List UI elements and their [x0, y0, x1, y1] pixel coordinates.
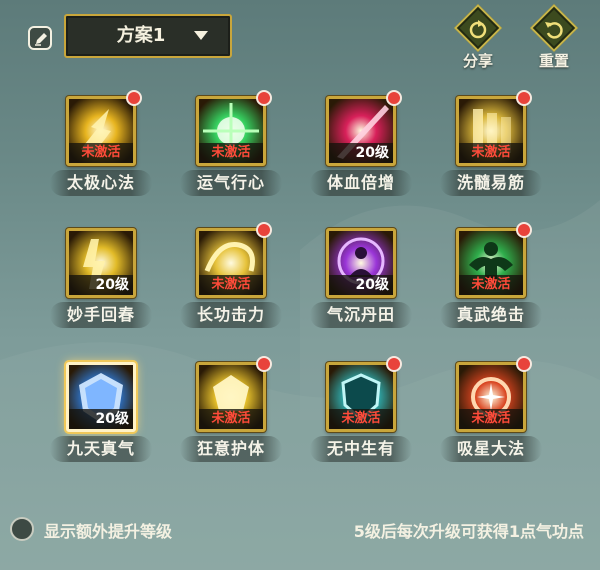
notification-dot	[516, 356, 532, 372]
skill-icon-frame[interactable]: 20级	[326, 228, 396, 298]
skill-icon-frame[interactable]: 20级	[66, 362, 136, 432]
notification-dot	[256, 356, 272, 372]
share-label: 分享	[462, 52, 493, 70]
skill-name: 吸星大法	[456, 439, 525, 458]
skill-status: 20级	[69, 409, 133, 429]
skill-name: 九天真气	[66, 439, 135, 458]
plan-select[interactable]: 方案1	[64, 14, 232, 58]
skill-icon-frame[interactable]: 未激活	[326, 362, 396, 432]
skill-status: 未激活	[459, 143, 523, 163]
notification-dot	[516, 90, 532, 106]
notification-dot	[516, 222, 532, 238]
skill-status: 20级	[69, 275, 133, 295]
skill-slot[interactable]: 未激活 洗髓易筋	[440, 84, 542, 204]
skill-status: 未激活	[199, 143, 263, 163]
edit-button[interactable]	[28, 26, 52, 50]
skill-slot[interactable]: 未激活 无中生有	[310, 350, 412, 470]
skill-name: 洗髓易筋	[456, 173, 525, 192]
skill-icon-frame[interactable]: 未激活	[456, 96, 526, 166]
skill-name: 无中生有	[326, 439, 395, 458]
skill-name: 体血倍增	[326, 173, 395, 192]
skill-name: 气沉丹田	[326, 305, 395, 324]
toggle-label: 显示额外提升等级	[44, 522, 173, 541]
skill-icon-frame[interactable]: 未激活	[196, 96, 266, 166]
skill-slot[interactable]: 未激活 太极心法	[50, 84, 152, 204]
notification-dot	[256, 222, 272, 238]
skill-icon-frame[interactable]: 未激活	[456, 228, 526, 298]
skill-name: 妙手回春	[66, 305, 135, 324]
notification-dot	[386, 356, 402, 372]
skill-icon-frame[interactable]: 未激活	[456, 362, 526, 432]
skill-name: 真武绝击	[456, 305, 525, 324]
share-button[interactable]: 分享	[452, 3, 504, 74]
skill-name: 运气行心	[196, 173, 265, 192]
skill-slot[interactable]: 未激活 运气行心	[180, 84, 282, 204]
skill-status: 20级	[329, 275, 393, 295]
notification-dot	[386, 90, 402, 106]
skill-icon-frame[interactable]: 未激活	[66, 96, 136, 166]
skill-slot[interactable]: 未激活 真武绝击	[440, 216, 542, 336]
skill-slot[interactable]: 20级 气沉丹田	[310, 216, 412, 336]
skill-slot[interactable]: 20级 妙手回春	[50, 216, 152, 336]
skill-status: 未激活	[199, 275, 263, 295]
skill-name: 太极心法	[66, 173, 135, 192]
skill-icon-frame[interactable]: 20级	[66, 228, 136, 298]
show-extra-level-toggle[interactable]	[10, 517, 34, 541]
reset-icon	[545, 22, 563, 39]
reset-label: 重置	[538, 52, 569, 70]
skill-status: 未激活	[459, 275, 523, 295]
skill-name: 狂意护体	[196, 439, 265, 458]
skill-slot[interactable]: 未激活 吸星大法	[440, 350, 542, 470]
skill-icon-frame[interactable]: 20级	[326, 96, 396, 166]
share-icon	[469, 20, 487, 39]
notification-dot	[126, 90, 142, 106]
skill-slot[interactable]: 未激活 长功击力	[180, 216, 282, 336]
reset-button[interactable]: 重置	[528, 3, 580, 74]
skill-slot[interactable]: 20级 体血倍增	[310, 84, 412, 204]
skill-name: 长功击力	[196, 305, 265, 324]
skill-status: 20级	[329, 143, 393, 163]
skill-status: 未激活	[459, 409, 523, 429]
skill-status: 未激活	[69, 143, 133, 163]
edit-icon	[35, 33, 47, 46]
skill-icon-frame[interactable]: 未激活	[196, 228, 266, 298]
notification-dot	[256, 90, 272, 106]
skill-slot[interactable]: 20级 九天真气	[50, 350, 152, 470]
skill-status: 未激活	[329, 409, 393, 429]
skill-icon-frame[interactable]: 未激活	[196, 362, 266, 432]
skill-status: 未激活	[199, 409, 263, 429]
chevron-down-icon	[194, 31, 208, 40]
skill-slot[interactable]: 未激活 狂意护体	[180, 350, 282, 470]
footer-note: 5级后每次升级可获得1点气功点	[353, 522, 584, 541]
